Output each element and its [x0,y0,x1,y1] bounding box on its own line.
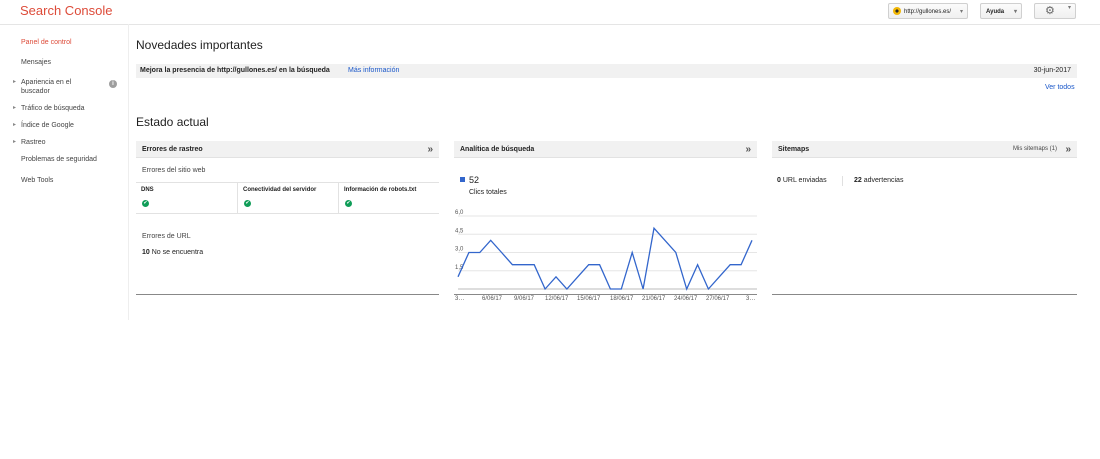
card-divider [454,294,757,295]
chart-y-tick-label: 6,0 [455,210,464,216]
chart-y-tick-label: 4,5 [455,228,464,234]
sitemaps-title: Sitemaps [778,146,810,153]
urls-submitted: 0 URL enviadas [777,177,827,184]
urls-submitted-count: 0 [777,177,781,184]
chart-x-tick-label: 6/06/17 [482,296,503,302]
stats-divider [842,176,843,186]
chart-x-tick-label: 9/06/17 [514,296,535,302]
sitemap-warnings-count: 22 [854,177,862,184]
double-chevron-right-icon[interactable]: » [1065,141,1071,158]
sitemaps-header[interactable]: Sitemaps Mis sitemaps (1) » [772,141,1077,158]
urls-submitted-label: URL enviadas [782,177,827,184]
card-divider [772,294,1077,295]
chart-x-tick-label: 3… [455,296,464,302]
chart-y-tick-label: 3,0 [455,247,464,253]
chart-x-tick-label: 27/06/17 [706,296,730,302]
sitemap-warnings: 22 advertencias [854,177,903,184]
my-sitemaps-link[interactable]: Mis sitemaps (1) [1013,141,1057,158]
chart-x-tick-label: 21/06/17 [642,296,666,302]
chart-x-tick-label: 12/06/17 [545,296,569,302]
chart-x-tick-label: 15/06/17 [577,296,601,302]
clicks-line-chart[interactable]: 6,04,53,01,53… 6/06/17 9/06/17 12/06/17 15/0… [0,0,1100,459]
chart-x-tick-label: 3… [746,296,755,302]
chart-x-tick-label: 18/06/17 [610,296,634,302]
clicks-series-line [457,226,753,291]
sitemap-warnings-label: advertencias [863,177,904,184]
chart-x-tick-label: 24/06/17 [674,296,698,302]
